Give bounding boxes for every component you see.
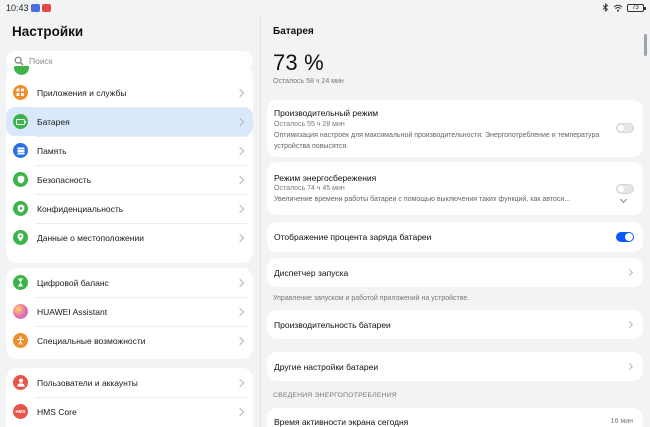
performance-mode-title: Производительный режим xyxy=(274,108,379,118)
launch-manager-card[interactable]: Диспетчер запуска xyxy=(267,258,643,287)
chevron-right-icon xyxy=(235,146,245,155)
privacy-icon xyxy=(13,201,28,216)
page-title: Батарея xyxy=(273,26,314,37)
performance-mode-remaining: Осталось 55 ч 28 мин xyxy=(274,121,345,128)
sidebar-item-label: Приложения и службы xyxy=(37,87,127,98)
chevron-right-icon xyxy=(235,204,245,213)
settings-icon xyxy=(14,66,29,75)
power-saving-toggle[interactable] xyxy=(616,184,634,194)
sidebar-item-label: Конфиденциальность xyxy=(37,203,124,214)
location-icon xyxy=(13,230,28,245)
power-saving-card[interactable]: Режим энергосбережения Осталось 74 ч 45 … xyxy=(267,162,643,215)
notification-icon xyxy=(42,4,51,12)
screen-time-value: 16 мин xyxy=(610,418,633,425)
apps-icon xyxy=(13,85,28,100)
sidebar-item-location[interactable]: Данные о местоположении xyxy=(6,223,253,252)
sidebar-item-accessibility[interactable]: Специальные возможности xyxy=(6,326,253,355)
chevron-right-icon xyxy=(235,307,245,316)
partially-hidden-row xyxy=(6,66,253,78)
sidebar-item-label: Память xyxy=(37,145,67,156)
screen-time-card[interactable]: Время активности экрана сегодня 16 мин xyxy=(267,408,643,427)
sidebar-item-battery[interactable]: Батарея xyxy=(6,107,253,136)
battery-indicator: 73 xyxy=(627,3,646,12)
sidebar-item-privacy[interactable]: Конфиденциальность xyxy=(6,194,253,223)
user-icon xyxy=(13,375,28,390)
sidebar-item-apps[interactable]: Приложения и службы xyxy=(6,78,253,107)
sidebar-item-huawei-assistant[interactable]: HUAWEI Assistant xyxy=(6,297,253,326)
sidebar-item-label: Батарея xyxy=(37,116,70,127)
chevron-right-icon xyxy=(235,117,245,126)
sidebar-item-label: HMS Core xyxy=(37,406,77,417)
power-saving-description: Увеличение времени работы батареи с помо… xyxy=(274,196,571,203)
launch-manager-title: Диспетчер запуска xyxy=(274,268,349,278)
chevron-right-icon xyxy=(235,278,245,287)
sidebar-item-label: Цифровой баланс xyxy=(37,277,109,288)
page-title: Настройки xyxy=(12,24,84,39)
battery-performance-title: Производительность батареи xyxy=(274,320,391,330)
bluetooth-icon xyxy=(602,3,609,12)
performance-mode-description: Оптимизация настроек для максимальной пр… xyxy=(274,132,600,150)
screen-time-title: Время активности экрана сегодня xyxy=(274,417,409,427)
sidebar-item-digital-balance[interactable]: Цифровой баланс xyxy=(6,268,253,297)
sidebar-item-label: Специальные возможности xyxy=(37,335,146,346)
sidebar-item-hms-core[interactable]: HMS HMS Core xyxy=(6,397,253,426)
launch-manager-note: Управление запуском и работой приложений… xyxy=(273,295,470,302)
sidebar-item-label: HUAWEI Assistant xyxy=(37,306,108,317)
sidebar-item-storage[interactable]: Память xyxy=(6,136,253,165)
chevron-right-icon xyxy=(235,175,245,184)
battery-settings-pane: Батарея 73 % Осталось 58 ч 24 мин Произв… xyxy=(260,16,650,427)
power-saving-remaining: Осталось 74 ч 45 мин xyxy=(274,185,345,192)
battery-percentage: 73 % xyxy=(273,50,324,75)
sidebar-item-label: Данные о местоположении xyxy=(37,232,144,243)
chevron-right-icon xyxy=(235,407,245,416)
other-battery-settings-card[interactable]: Другие настройки батареи xyxy=(267,352,643,381)
storage-icon xyxy=(13,143,28,158)
chevron-right-icon xyxy=(625,320,634,329)
section-header: СВЕДЕНИЯ ЭНЕРГОПОТРЕБЛЕНИЯ xyxy=(273,392,397,399)
battery-remaining-time: Осталось 58 ч 24 мин xyxy=(273,78,344,85)
settings-group-1: Приложения и службы Батарея Память Безоп… xyxy=(6,66,253,263)
other-battery-settings-title: Другие настройки батареи xyxy=(274,362,379,372)
performance-mode-toggle[interactable] xyxy=(616,123,634,133)
show-percent-toggle[interactable] xyxy=(616,232,634,242)
chevron-down-icon[interactable] xyxy=(619,195,628,204)
show-percent-title: Отображение процента заряда батареи xyxy=(274,232,432,242)
hourglass-icon xyxy=(13,275,28,290)
accessibility-icon xyxy=(13,333,28,348)
battery-level: 73 xyxy=(632,4,639,11)
battery-performance-card[interactable]: Производительность батареи xyxy=(267,310,643,339)
chevron-right-icon xyxy=(235,336,245,345)
wifi-icon xyxy=(613,4,623,12)
chevron-right-icon xyxy=(235,88,245,97)
performance-mode-card[interactable]: Производительный режим Осталось 55 ч 28 … xyxy=(267,100,643,157)
power-saving-title: Режим энергосбережения xyxy=(274,173,377,183)
sidebar-item-users-accounts[interactable]: Пользователи и аккаунты xyxy=(6,368,253,397)
chevron-right-icon xyxy=(625,268,634,277)
sidebar-item-security[interactable]: Безопасность xyxy=(6,165,253,194)
search-icon xyxy=(14,56,24,66)
battery-icon xyxy=(13,114,28,129)
scrollbar[interactable] xyxy=(644,34,647,56)
shield-icon xyxy=(13,172,28,187)
chevron-right-icon xyxy=(625,362,634,371)
assistant-icon xyxy=(13,304,28,319)
status-bar: 10:43 73 xyxy=(0,0,650,16)
clock: 10:43 xyxy=(6,3,29,13)
notification-icon xyxy=(31,4,40,12)
settings-sidebar: Настройки Приложения и службы Батарея xyxy=(0,16,260,427)
hms-core-icon: HMS xyxy=(13,404,28,419)
sidebar-item-label: Пользователи и аккаунты xyxy=(37,377,138,388)
chevron-right-icon xyxy=(235,233,245,242)
settings-group-2: Цифровой баланс HUAWEI Assistant Специал… xyxy=(6,268,253,359)
settings-group-3: Пользователи и аккаунты HMS HMS Core xyxy=(6,368,253,427)
status-icons: 73 xyxy=(602,3,646,12)
chevron-right-icon xyxy=(235,378,245,387)
show-percent-card[interactable]: Отображение процента заряда батареи xyxy=(267,222,643,252)
sidebar-item-label: Безопасность xyxy=(37,174,92,185)
search-input[interactable] xyxy=(29,56,229,66)
